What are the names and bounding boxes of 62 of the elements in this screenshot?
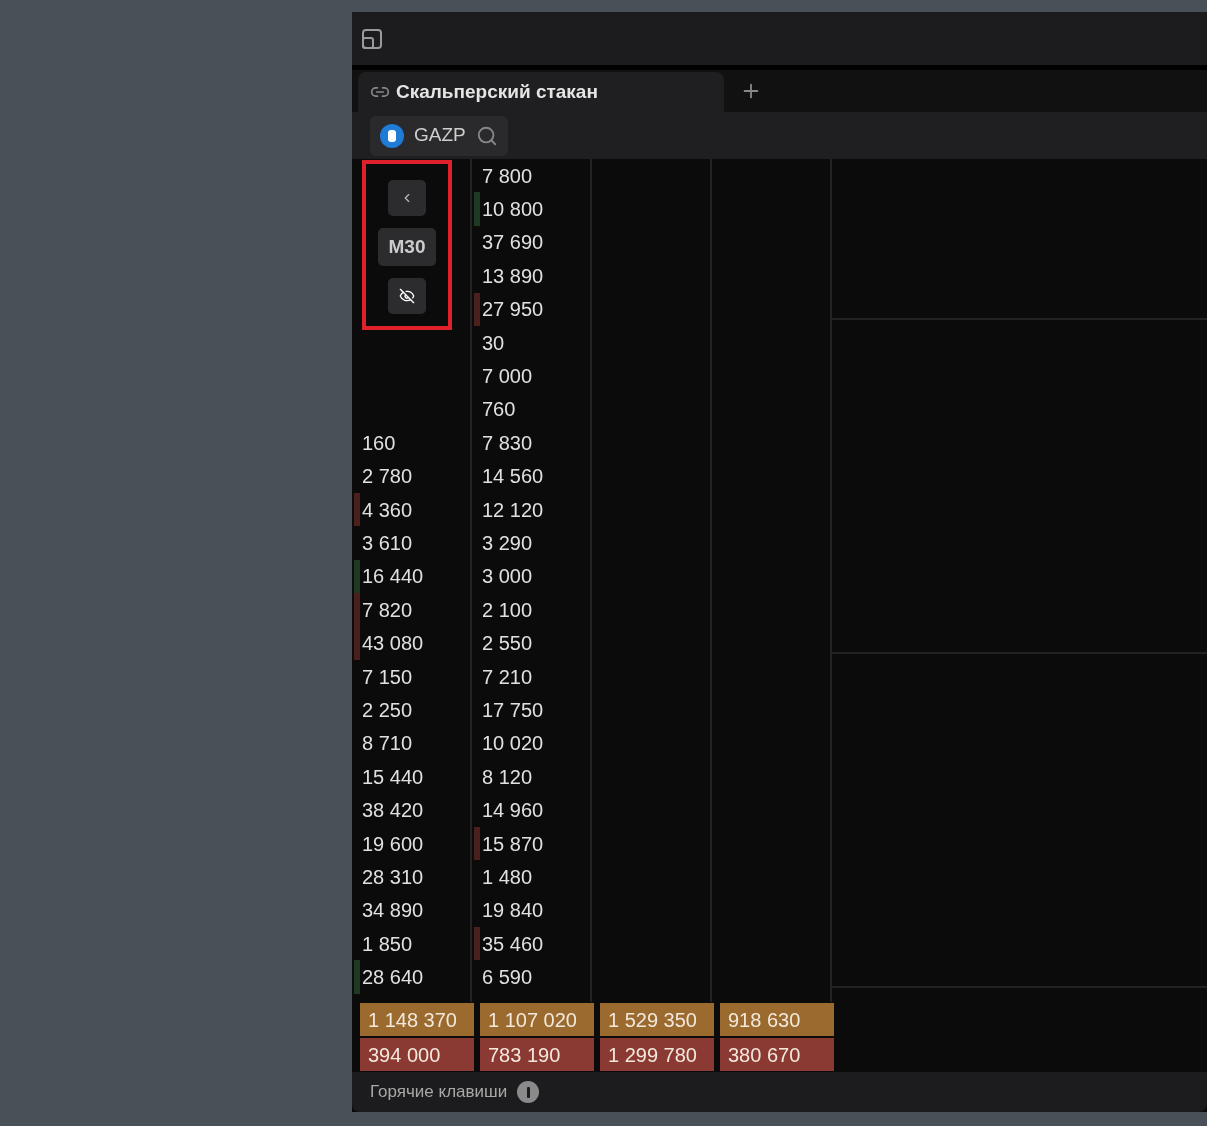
volume-value: 2 550 bbox=[482, 631, 533, 657]
volume-value: 7 150 bbox=[362, 664, 413, 690]
volume-value: 17 750 bbox=[482, 697, 544, 723]
hotkeys-label[interactable]: Горячие клавиши bbox=[370, 1079, 508, 1105]
volume-value: 3 290 bbox=[482, 531, 533, 556]
volume-value: 37 690 bbox=[482, 230, 544, 256]
volume-value: 13 890 bbox=[482, 263, 544, 289]
volume-value: 3 000 bbox=[482, 564, 533, 590]
volume-value: 10 020 bbox=[482, 731, 544, 757]
volume-value: 760 bbox=[482, 397, 516, 423]
volume-value: 28 640 bbox=[362, 965, 424, 991]
volume-value: 2 100 bbox=[482, 597, 533, 623]
total-cell: 394 000 bbox=[360, 1038, 474, 1071]
ticker-logo-icon bbox=[380, 123, 404, 148]
volume-value: 15 870 bbox=[482, 831, 544, 857]
total-cell: 1 148 370 bbox=[360, 1003, 474, 1036]
total-cell: 1 529 350 bbox=[600, 1003, 714, 1036]
volume-value: 6 590 bbox=[482, 965, 533, 991]
total-cell: 918 630 bbox=[720, 1003, 834, 1036]
volume-value: 10 800 bbox=[482, 197, 544, 223]
volume-value: 7 000 bbox=[482, 364, 533, 390]
volume-value: 2 780 bbox=[362, 464, 413, 490]
volume-value: 7 210 bbox=[482, 664, 533, 690]
volume-value: 160 bbox=[362, 430, 396, 456]
timeframe-button[interactable]: M30 bbox=[378, 228, 436, 266]
volume-value: 14 560 bbox=[482, 464, 544, 490]
search-icon[interactable] bbox=[475, 124, 498, 147]
volume-value: 1 480 bbox=[482, 864, 533, 890]
total-cell: 1 107 020 bbox=[480, 1003, 594, 1036]
ticker-field[interactable]: GAZP bbox=[370, 115, 508, 156]
volume-value: 1 850 bbox=[362, 931, 413, 957]
volume-value: 34 890 bbox=[362, 898, 424, 924]
hide-button[interactable] bbox=[388, 278, 426, 314]
volume-value: 43 080 bbox=[362, 631, 424, 657]
volume-value: 3 610 bbox=[362, 531, 413, 557]
total-cell: 1 299 780 bbox=[600, 1038, 714, 1071]
volume-value: 8 120 bbox=[482, 764, 533, 790]
total-cell: 380 670 bbox=[720, 1038, 834, 1071]
volume-value: 38 420 bbox=[362, 798, 424, 824]
volume-value: 7 830 bbox=[482, 430, 533, 456]
volume-value: 2 250 bbox=[362, 698, 413, 723]
volume-value: 12 120 bbox=[482, 497, 544, 523]
volume-value: 8 710 bbox=[362, 731, 413, 757]
window-layout-icon[interactable] bbox=[360, 26, 384, 51]
volume-value: 30 bbox=[482, 330, 505, 356]
total-cell: 783 190 bbox=[480, 1038, 594, 1071]
volume-value: 14 960 bbox=[482, 798, 544, 824]
volume-value: 35 460 bbox=[482, 931, 544, 957]
volume-value: 19 600 bbox=[362, 831, 424, 857]
volume-value: 19 840 bbox=[482, 898, 544, 924]
tab-label: Скальперский стакан bbox=[396, 79, 598, 104]
volume-value: 27 950 bbox=[482, 297, 544, 323]
volume-value: 7 800 bbox=[482, 163, 533, 189]
volume-value: 7 820 bbox=[362, 597, 413, 623]
volume-value: 4 360 bbox=[362, 497, 413, 523]
info-icon[interactable] bbox=[517, 1081, 540, 1103]
volume-value: 28 310 bbox=[362, 864, 424, 890]
eye-off-icon bbox=[399, 288, 415, 304]
volume-value: 15 440 bbox=[362, 764, 424, 790]
ticker-symbol: GAZP bbox=[414, 123, 466, 148]
tab[interactable]: Скальперский стакан bbox=[358, 72, 724, 112]
volume-value: 16 440 bbox=[362, 564, 424, 590]
